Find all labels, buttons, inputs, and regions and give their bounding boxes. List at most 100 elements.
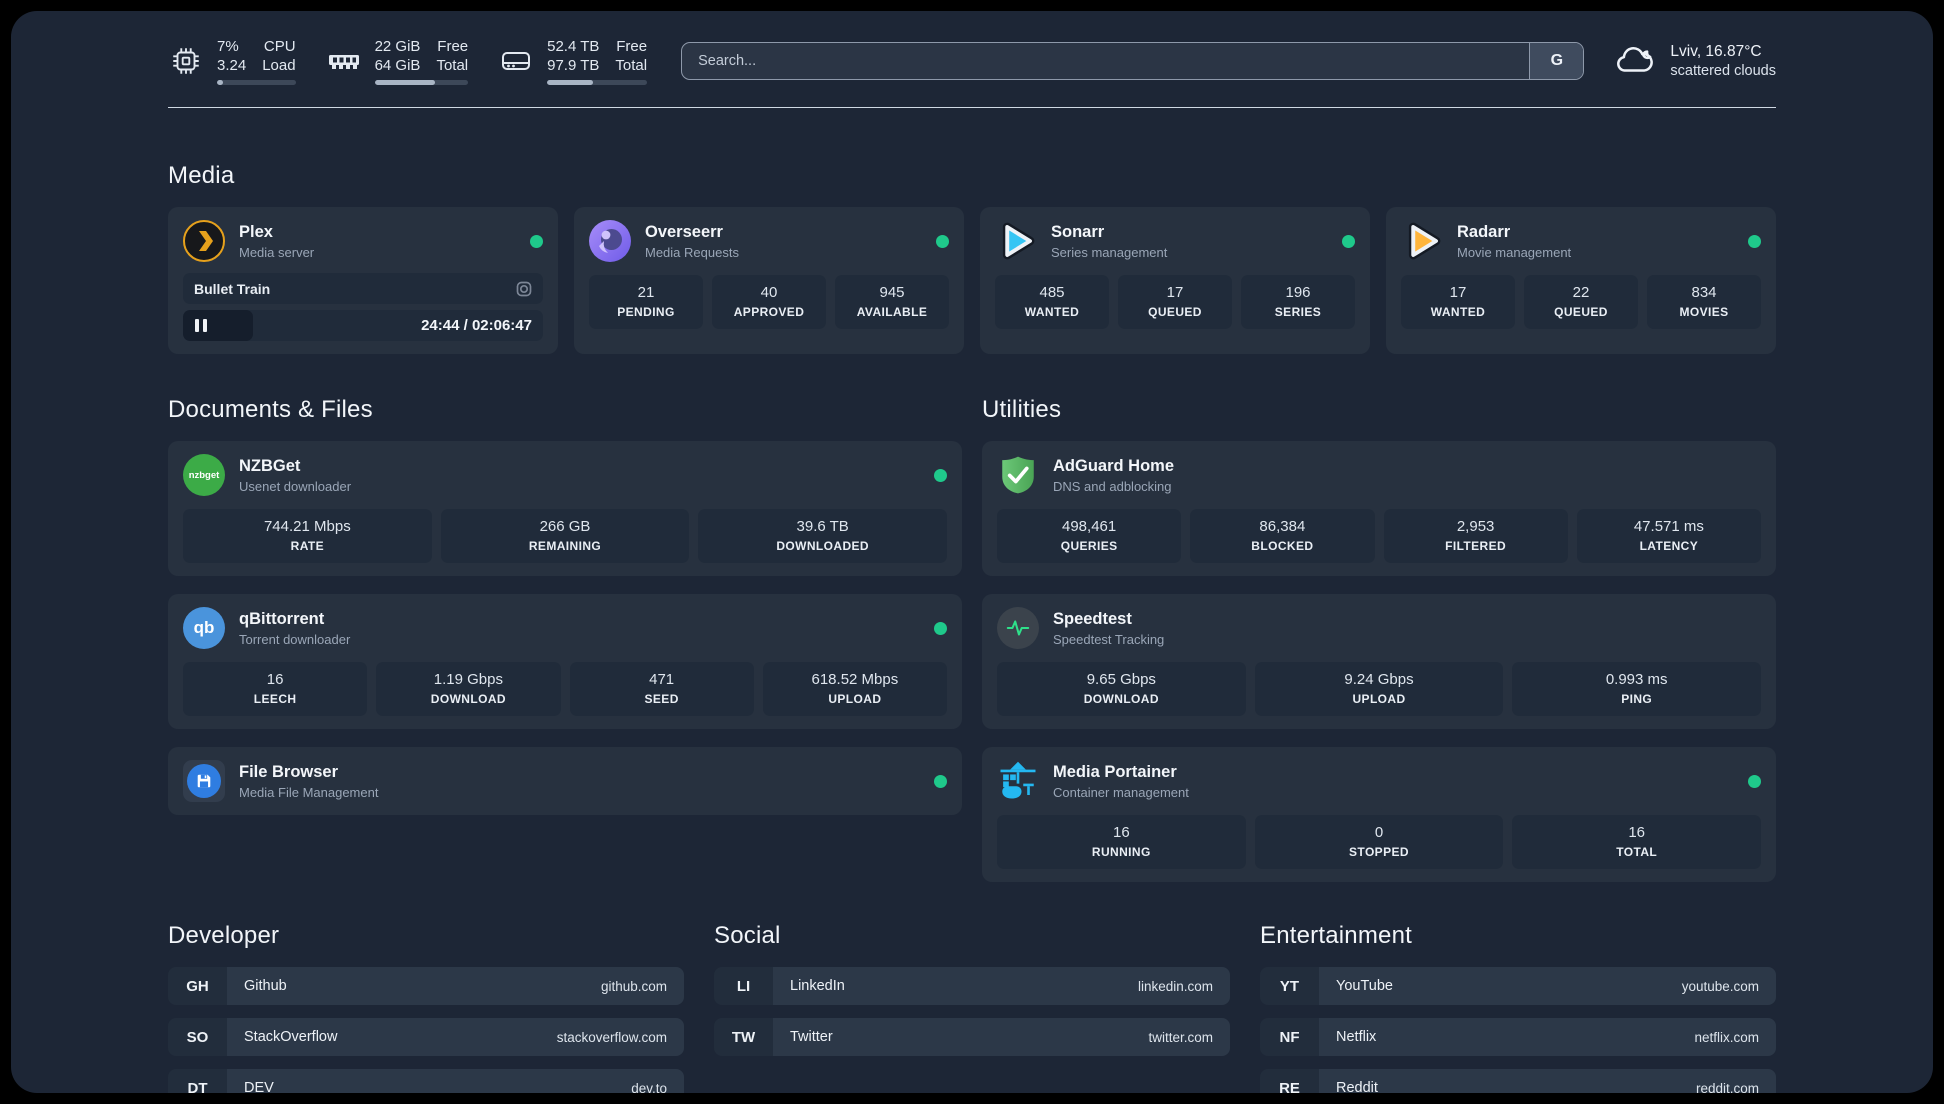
overseerr-icon [589,220,631,262]
app-card-portainer[interactable]: Media Portainer Container management 16 R… [982,747,1776,882]
link-linkedin[interactable]: LI LinkedIn linkedin.com [714,967,1230,1005]
adguard-icon [997,454,1039,496]
status-dot [934,774,947,788]
playback-time: 24:44 / 02:06:47 [421,317,532,334]
search-provider-button[interactable]: G [1529,43,1584,79]
cpu-usage-value: 7% [217,38,239,55]
dashboard-panel: 7% 3.24 CPU Load 22 GiB 64 GiB Free Tota… [11,11,1933,1093]
link-tag: DT [168,1069,227,1093]
app-card-speedtest[interactable]: Speedtest Speedtest Tracking 9.65 Gbps DO… [982,594,1776,729]
app-card-nzbget[interactable]: nzbget NZBGet Usenet downloader 744.21 M… [168,441,962,576]
stat-tile: 21 PENDING [589,275,703,329]
cpu-stat: 7% 3.24 CPU Load [168,37,296,85]
link-tag: GH [168,967,227,1005]
app-title: Sonarr [1051,222,1105,241]
app-subtitle: Media server [239,244,315,260]
stat-tile: 39.6 TB DOWNLOADED [698,509,948,563]
disk-stat: 52.4 TB 97.9 TB Free Total [498,37,648,85]
disk-free-label: Free [616,38,648,55]
status-dot [530,234,543,248]
stat-tile: 16 RUNNING [997,815,1246,869]
links-column-social: Social LI LinkedIn linkedin.com TW Twitte… [714,882,1230,1093]
stat-tile: 485 WANTED [995,275,1109,329]
playback-progress-bar: 24:44 / 02:06:47 [183,310,543,341]
link-dev[interactable]: DT DEV dev.to [168,1069,684,1093]
stat-tile: 498,461 QUERIES [997,509,1182,563]
pause-button[interactable] [195,319,207,332]
app-title: Media Portainer [1053,762,1177,781]
disk-total-label: Total [615,57,648,74]
link-reddit[interactable]: RE Reddit reddit.com [1260,1069,1776,1093]
app-subtitle: Usenet downloader [239,478,352,494]
app-card-plex[interactable]: Plex Media server Bullet Train 24:44 / 0… [168,207,558,354]
link-github[interactable]: GH Github github.com [168,967,684,1005]
stat-tile: 471 SEED [569,662,754,716]
stat-tile: 945 AVAILABLE [835,275,949,329]
link-tag: NF [1260,1018,1319,1056]
system-stats: 7% 3.24 CPU Load 22 GiB 64 GiB Free Tota… [168,37,648,85]
stat-tile: 834 MOVIES [1647,275,1761,329]
disk-free-value: 52.4 TB [547,38,600,55]
links-column-developer: Developer GH Github github.com SO StackOv… [168,882,684,1093]
section-title-social: Social [714,922,781,949]
app-card-filebrowser[interactable]: File Browser Media File Management [168,747,962,815]
cpu-progress-bar [217,80,296,85]
sonarr-icon [995,220,1037,262]
section-title-entertainment: Entertainment [1260,922,1413,949]
app-card-overseerr[interactable]: Overseerr Media Requests 21 PENDING 40 APP… [574,207,964,354]
stat-tile: 17 QUEUED [1118,275,1232,329]
weather-widget: Lviv, 16.87°C scattered clouds [1614,42,1776,81]
app-card-radarr[interactable]: Radarr Movie management 17 WANTED 22 QUEUE… [1386,207,1776,354]
cloud-icon [1614,42,1656,81]
weather-location-temp: Lviv, 16.87°C [1670,43,1762,60]
stat-tile: 16 TOTAL [1512,815,1762,869]
nzbget-icon: nzbget [183,454,225,496]
cpu-load-value: 3.24 [217,57,247,74]
link-tag: LI [714,967,773,1005]
stat-tile: 17 WANTED [1401,275,1515,329]
speedtest-icon [997,607,1039,649]
app-title: Radarr [1457,222,1511,241]
stat-tile: 0.993 ms PING [1512,662,1762,716]
app-subtitle: DNS and adblocking [1053,478,1172,494]
cpu-usage-label: CPU [263,38,296,55]
status-dot [936,234,949,248]
link-twitter[interactable]: TW Twitter twitter.com [714,1018,1230,1056]
plex-now-playing: Bullet Train 24:44 / 02:06:47 [183,273,543,341]
disk-total-value: 97.9 TB [547,57,600,74]
app-card-adguard[interactable]: AdGuard Home DNS and adblocking 498,461 Q… [982,441,1776,576]
section-title-documents: Documents & Files [168,396,373,423]
filebrowser-icon [183,760,225,802]
stat-tile: 266 GB REMAINING [440,509,690,563]
app-title: NZBGet [239,456,301,475]
stat-tile: 9.24 Gbps UPLOAD [1254,662,1504,716]
header: 7% 3.24 CPU Load 22 GiB 64 GiB Free Tota… [168,37,1776,85]
app-subtitle: Movie management [1457,244,1572,260]
status-dot [934,468,947,482]
link-stackoverflow[interactable]: SO StackOverflow stackoverflow.com [168,1018,684,1056]
app-title: Plex [239,222,273,241]
stat-tile: 1.19 Gbps DOWNLOAD [376,662,561,716]
app-title: File Browser [239,762,339,781]
now-playing-title: Bullet Train [194,280,271,297]
disk-progress-bar [547,80,648,85]
app-card-qbittorrent[interactable]: qb qBittorrent Torrent downloader 16 LEEC… [168,594,962,729]
memory-total-label: Total [436,57,469,74]
header-divider [168,107,1776,108]
stat-tile: 0 STOPPED [1254,815,1504,869]
memory-free-label: Free [437,38,469,55]
link-netflix[interactable]: NF Netflix netflix.com [1260,1018,1776,1056]
app-title: Speedtest [1053,609,1132,628]
link-tag: YT [1260,967,1319,1005]
app-title: AdGuard Home [1053,456,1175,475]
search-input[interactable] [682,43,1530,79]
section-title-media: Media [168,162,235,189]
link-youtube[interactable]: YT YouTube youtube.com [1260,967,1776,1005]
app-title: Overseerr [645,222,723,241]
cpu-icon [168,43,204,79]
disk-icon [498,43,534,79]
memory-stat: 22 GiB 64 GiB Free Total [326,37,469,85]
app-title: qBittorrent [239,609,325,628]
app-card-sonarr[interactable]: Sonarr Series management 485 WANTED 17 QUE… [980,207,1370,354]
search-bar: G [681,42,1585,80]
